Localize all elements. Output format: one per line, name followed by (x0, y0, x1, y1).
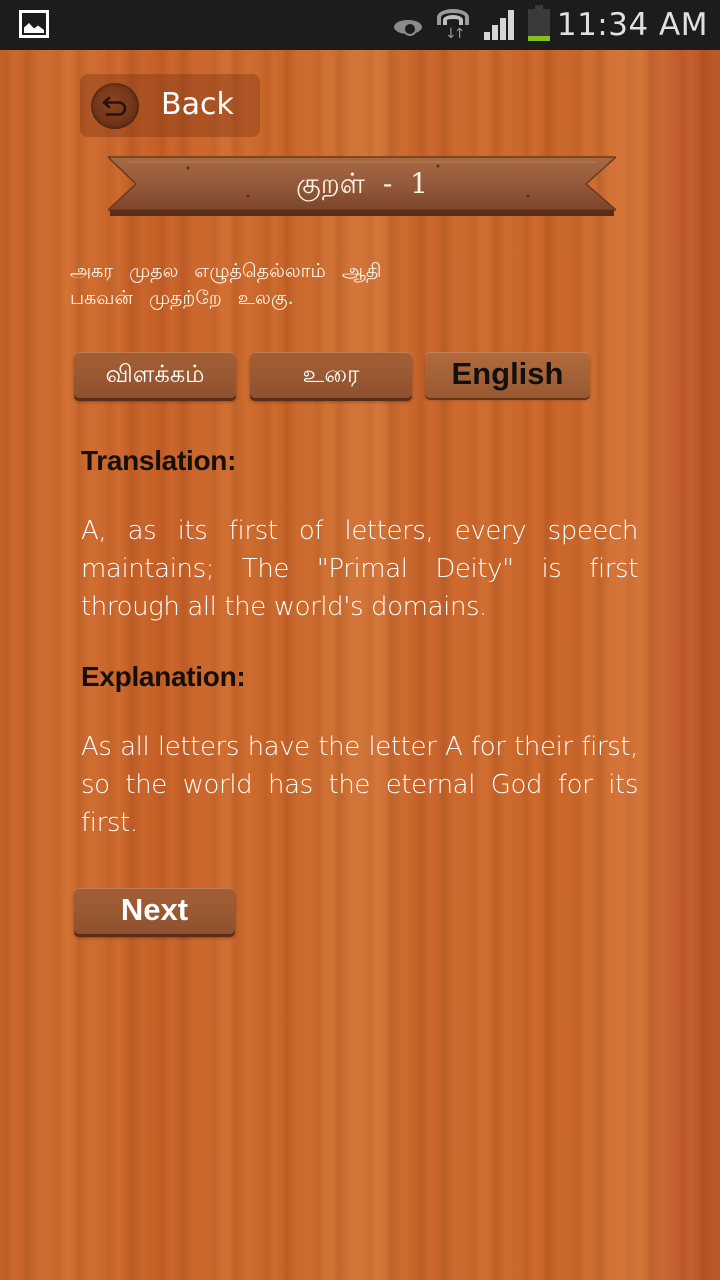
tab-label: உரை (302, 360, 360, 388)
tab-vilakkam[interactable]: விளக்கம் (74, 352, 236, 398)
tab-urai[interactable]: உரை (250, 352, 412, 398)
next-button[interactable]: Next (74, 888, 235, 934)
status-time: 11:34 AM (556, 7, 708, 43)
kural-verse: அகர முதல எழுத்தெல்லாம் ஆதி பகவன் முதற்றே… (70, 258, 490, 312)
translation-heading: Translation: (81, 445, 237, 476)
eye-icon (392, 14, 424, 36)
gallery-notification-icon (19, 10, 49, 38)
page-title: குறள் - 1 (296, 167, 428, 200)
kural-line-2: பகவன் முதற்றே உலகு. (70, 287, 294, 309)
tab-label: English (451, 356, 564, 391)
back-button[interactable]: Back (80, 74, 260, 137)
explanation-tabs: விளக்கம் உரை English (74, 352, 594, 400)
title-ribbon: குறள் - 1 (108, 154, 616, 218)
back-arrow-icon (91, 83, 139, 129)
signal-icon (482, 10, 516, 40)
kural-line-1: அகர முதல எழுத்தெல்லாம் ஆதி (70, 260, 382, 282)
tab-label: விளக்கம் (105, 360, 205, 388)
next-label: Next (120, 892, 189, 927)
tab-english[interactable]: English (425, 352, 590, 398)
battery-icon (528, 5, 550, 41)
wifi-data-icon: ↓↑ (436, 7, 470, 43)
status-bar: ↓↑ 11:34 AM (0, 0, 720, 50)
back-label: Back (161, 87, 234, 122)
status-icons: ↓↑ (392, 5, 550, 43)
translation-text: A, as its first of letters, every speech… (81, 516, 638, 622)
explanation-heading: Explanation: (81, 661, 246, 692)
explanation-text: As all letters have the letter A for the… (81, 732, 638, 838)
